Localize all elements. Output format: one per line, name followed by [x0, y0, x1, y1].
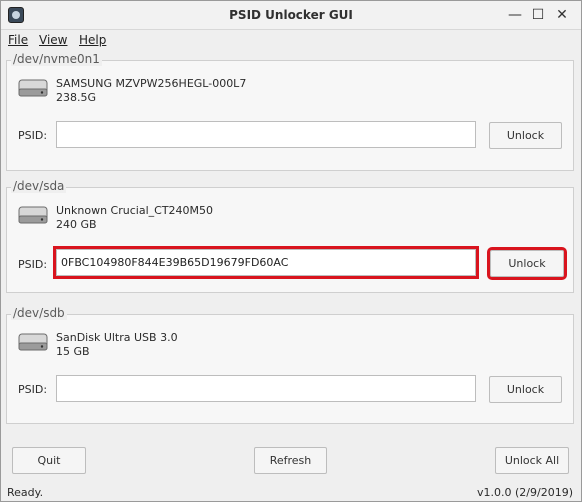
psid-label: PSID:: [18, 383, 48, 396]
version-label: v1.0.0 (2/9/2019): [477, 486, 573, 499]
device-group-sda: /dev/sda Unknown Crucial_CT240M50 240 GB…: [6, 179, 574, 293]
menu-view-label: View: [39, 33, 68, 47]
refresh-button[interactable]: Refresh: [254, 447, 327, 474]
title-bar[interactable]: PSID Unlocker GUI — ☐ ✕: [1, 1, 581, 30]
device-path: /dev/sdb: [11, 306, 67, 320]
unlock-button[interactable]: Unlock: [489, 122, 562, 149]
app-window: PSID Unlocker GUI — ☐ ✕ File View Help /…: [0, 0, 582, 502]
unlock-button[interactable]: Unlock: [489, 376, 562, 403]
unlock-button[interactable]: Unlock: [487, 247, 567, 280]
quit-button[interactable]: Quit: [12, 447, 86, 474]
psid-input[interactable]: [53, 246, 479, 279]
device-path: /dev/nvme0n1: [11, 52, 102, 66]
device-name: SAMSUNG MZVPW256HEGL-000L7: [56, 77, 247, 90]
device-size: 15 GB: [56, 345, 90, 358]
window-title: PSID Unlocker GUI: [229, 8, 353, 22]
unlock-all-button[interactable]: Unlock All: [495, 447, 569, 474]
psid-input[interactable]: [56, 375, 476, 402]
device-size: 240 GB: [56, 218, 97, 231]
device-group-nvme0n1: /dev/nvme0n1 SAMSUNG MZVPW256HEGL-000L7 …: [6, 52, 574, 171]
psid-input[interactable]: [56, 121, 476, 148]
psid-label: PSID:: [18, 129, 48, 142]
menu-bar: File View Help: [1, 30, 581, 50]
device-size: 238.5G: [56, 91, 97, 104]
maximize-button[interactable]: ☐: [528, 5, 548, 25]
device-group-sdb: /dev/sdb SanDisk Ultra USB 3.0 15 GB PSI…: [6, 306, 574, 424]
hard-drive-icon: [18, 206, 48, 224]
menu-file[interactable]: File: [8, 33, 28, 47]
menu-file-label: File: [8, 33, 29, 47]
hard-drive-icon: [18, 79, 48, 97]
menu-view[interactable]: View: [39, 33, 67, 47]
device-name: SanDisk Ultra USB 3.0: [56, 331, 178, 344]
menu-help-label: Help: [79, 33, 107, 47]
menu-help[interactable]: Help: [79, 33, 106, 47]
hard-drive-icon: [18, 333, 48, 351]
device-name: Unknown Crucial_CT240M50: [56, 204, 214, 217]
device-path: /dev/sda: [11, 179, 67, 193]
psid-label: PSID:: [18, 258, 48, 271]
status-message: Ready.: [7, 486, 44, 499]
close-button[interactable]: ✕: [552, 5, 572, 25]
minimize-button[interactable]: —: [505, 5, 525, 25]
